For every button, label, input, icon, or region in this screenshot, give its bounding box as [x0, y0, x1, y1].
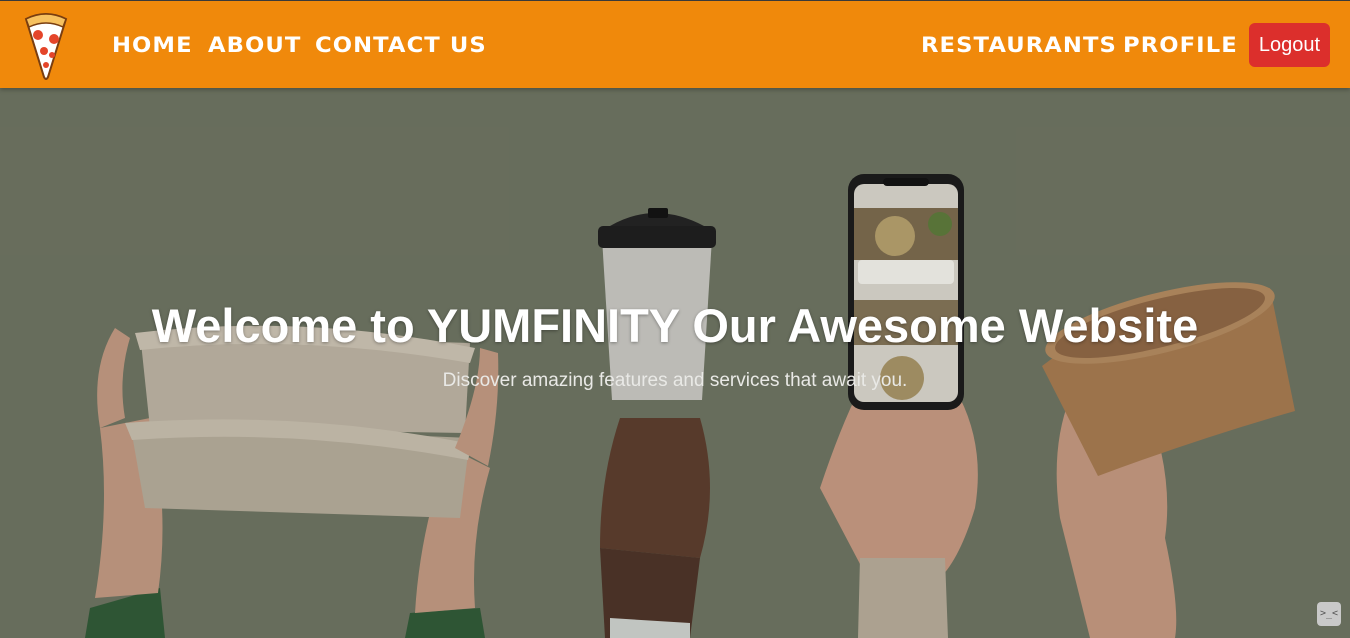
hero-subtitle: Discover amazing features and services t… [442, 370, 908, 391]
nav-link-restaurants[interactable]: RESTAURANTS [921, 29, 1117, 61]
nav-right-group: RESTAURANTS PROFILE Logout [921, 23, 1330, 67]
nav-link-home[interactable]: HOME [112, 29, 193, 61]
chat-face-icon[interactable]: >_< [1317, 602, 1341, 626]
pizza-slice-icon[interactable] [22, 11, 70, 81]
nav-left-group: HOME ABOUT CONTACT US [112, 29, 486, 61]
hero-title: Welcome to YUMFINITY Our Awesome Website [151, 299, 1199, 352]
hero-overlay [0, 88, 1350, 638]
page: HOME ABOUT CONTACT US RESTAURANTS PROFIL… [0, 0, 1350, 638]
nav-link-about[interactable]: ABOUT [208, 29, 301, 61]
logout-button[interactable]: Logout [1248, 23, 1330, 67]
hero-section: Welcome to YUMFINITY Our Awesome Website… [0, 88, 1350, 638]
nav-link-profile[interactable]: PROFILE [1123, 29, 1238, 61]
nav-link-contact-us[interactable]: CONTACT US [315, 29, 487, 61]
navbar: HOME ABOUT CONTACT US RESTAURANTS PROFIL… [0, 0, 1350, 88]
